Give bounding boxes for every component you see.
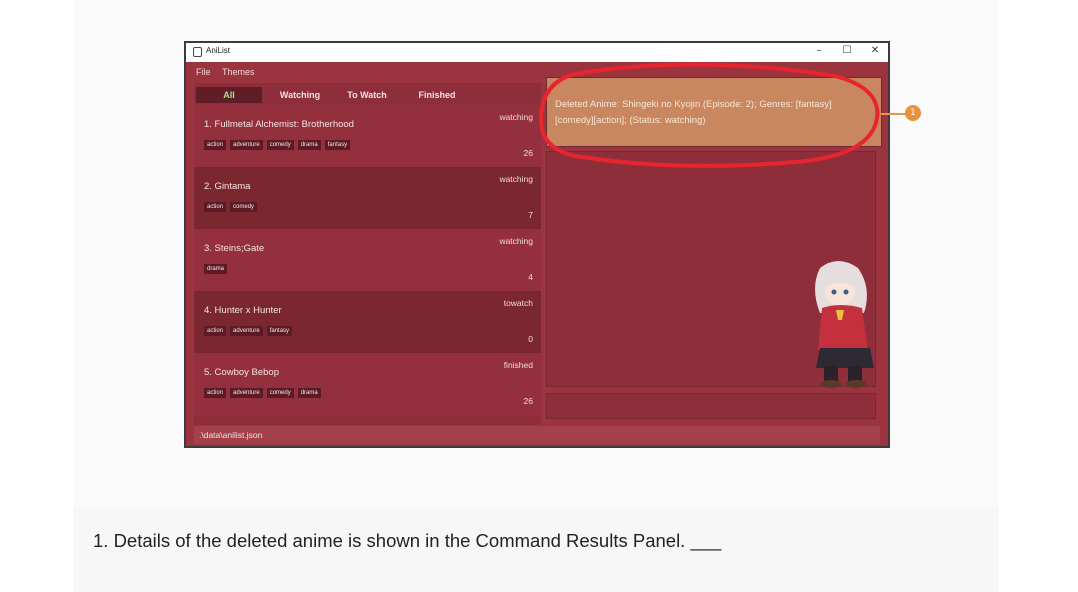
genre-tag: action <box>204 388 227 398</box>
mascot-eye <box>843 289 849 295</box>
tab-all[interactable]: All <box>196 87 262 103</box>
status-bar: .\data\anilist.json <box>194 426 880 444</box>
genre-tag: drama <box>204 264 228 274</box>
anime-list-panel: All Watching To Watch Finished 1. Fullme… <box>194 83 541 425</box>
highlight-ellipse <box>538 62 880 168</box>
anime-status: towatch <box>503 298 533 308</box>
file-path: .\data\anilist.json <box>199 430 263 440</box>
highlight-stroke <box>538 62 880 168</box>
app-icon <box>193 47 202 57</box>
anime-name: 1. Fullmetal Alchemist: Brotherhood <box>204 119 354 130</box>
genre-tag: action <box>204 326 227 336</box>
mascot-image <box>815 261 874 388</box>
genre-tags: action comedy <box>204 202 258 212</box>
genre-tag: fantasy <box>324 140 351 150</box>
genre-tag: comedy <box>230 202 258 212</box>
genre-tags: action adventure fantasy <box>204 326 293 336</box>
close-button[interactable]: ✕ <box>867 45 883 56</box>
mascot-leg <box>824 366 838 382</box>
menu-file[interactable]: File <box>196 67 211 77</box>
anime-status: finished <box>503 360 533 370</box>
genre-tag: comedy <box>266 388 294 398</box>
anime-status: watching <box>499 236 533 246</box>
anime-card[interactable]: 4. Hunter x Hunter action adventure fant… <box>194 291 541 353</box>
anime-name: 5. Cowboy Bebop <box>204 367 279 378</box>
genre-tag: drama <box>297 388 321 398</box>
genre-tag: adventure <box>230 388 263 398</box>
anime-episode: 4 <box>528 272 533 282</box>
anime-episode: 26 <box>523 396 533 406</box>
callout-badge: 1 <box>905 105 921 121</box>
menu-themes[interactable]: Themes <box>222 67 255 77</box>
anime-status: watching <box>499 112 533 122</box>
command-input[interactable] <box>546 393 876 419</box>
genre-tags: action adventure comedy drama <box>204 388 321 398</box>
genre-tag: action <box>204 202 227 212</box>
mascot-leg <box>848 366 862 382</box>
tab-watching[interactable]: Watching <box>266 87 334 103</box>
anime-card[interactable]: 5. Cowboy Bebop action adventure comedy … <box>194 353 541 415</box>
genre-tag: drama <box>297 140 321 150</box>
caption-text: 1. Details of the deleted anime is shown… <box>93 530 722 551</box>
tab-finished[interactable]: Finished <box>402 87 472 103</box>
mascot-shoe <box>821 380 841 388</box>
maximize-button[interactable]: ☐ <box>839 45 855 56</box>
anime-name: 4. Hunter x Hunter <box>204 305 282 316</box>
anime-episode: 26 <box>523 148 533 158</box>
mascot-skirt <box>816 348 874 368</box>
genre-tag: adventure <box>230 140 263 150</box>
genre-tag: comedy <box>266 140 294 150</box>
anime-card[interactable]: 1. Fullmetal Alchemist: Brotherhood acti… <box>194 105 541 167</box>
genre-tag: action <box>204 140 227 150</box>
anime-episode: 0 <box>528 334 533 344</box>
callout-connector <box>881 113 906 115</box>
window-title: AniList <box>206 46 231 55</box>
anime-name: 3. Steins;Gate <box>204 243 265 254</box>
mascot-shoe <box>846 380 866 388</box>
anime-card[interactable]: 2. Gintama action comedy watching 7 <box>194 167 541 229</box>
minimize-button[interactable]: – <box>811 45 827 56</box>
genre-tags: action adventure comedy drama fantasy <box>204 140 351 150</box>
tab-bar: All Watching To Watch Finished <box>194 87 541 103</box>
mascot-eye <box>831 289 837 295</box>
anime-name: 2. Gintama <box>204 181 251 192</box>
genre-tag: fantasy <box>266 326 293 336</box>
anime-status: watching <box>499 174 533 184</box>
tab-to-watch[interactable]: To Watch <box>336 87 398 103</box>
genre-tag: adventure <box>230 326 263 336</box>
anime-card[interactable]: 3. Steins;Gate drama watching 4 <box>194 229 541 291</box>
genre-tags: drama <box>204 264 228 274</box>
anime-episode: 7 <box>528 210 533 220</box>
